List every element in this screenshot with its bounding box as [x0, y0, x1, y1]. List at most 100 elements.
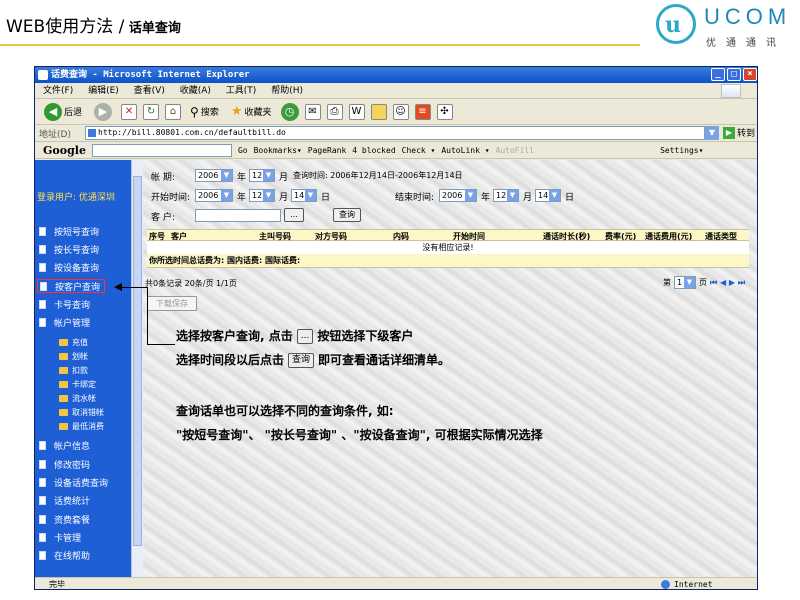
search-icon: ⚲ [190, 104, 199, 119]
sidebar-item-account-management[interactable]: 帐户管理 [39, 315, 90, 329]
page-nav-arrows-icon[interactable]: ⏮ ◀ ▶ ⏭ [710, 278, 745, 288]
chevron-down-icon: ▼ [263, 170, 274, 181]
menu-help[interactable]: 帮助(H) [271, 86, 303, 96]
customer-input[interactable] [195, 209, 281, 222]
folder-icon[interactable] [370, 103, 387, 120]
sidebar-item-label: 在线帮助 [54, 551, 91, 562]
sidebar-subitem-ledger[interactable]: 流水帐 [59, 393, 96, 404]
browse-customer-button[interactable]: ... [284, 208, 304, 222]
period-month-select[interactable]: 12 ▼ [249, 169, 275, 182]
document-icon [39, 459, 46, 469]
scrollbar-thumb[interactable] [133, 176, 142, 546]
stop-icon[interactable]: ✕ [121, 103, 138, 120]
page-select[interactable]: 1 ▼ [674, 276, 696, 289]
bookmarks-button[interactable]: Bookmarks▾ [254, 146, 302, 155]
google-go-button[interactable]: Go [238, 146, 248, 155]
start-day-select[interactable]: 14 ▼ [291, 189, 317, 202]
start-year-select[interactable]: 2006 ▼ [195, 189, 233, 202]
sidebar-item-customer[interactable]: 按客户查询 [37, 279, 106, 293]
month-unit: 月 [523, 193, 533, 203]
end-day-select[interactable]: 14 ▼ [535, 189, 561, 202]
instruction-line-3: 查询话单也可以选择不同的查询条件, 如: [176, 404, 394, 418]
sidebar-item-tariff-package[interactable]: 资费套餐 [39, 512, 90, 526]
sidebar-item-card-number[interactable]: 卡号查询 [39, 297, 90, 311]
chevron-down-icon: ▼ [221, 190, 232, 201]
menu-favorites[interactable]: 收藏(A) [180, 86, 211, 96]
sidebar-item-account-info[interactable]: 帐户信息 [39, 438, 90, 452]
sidebar-subitem-deduct[interactable]: 扣款 [59, 365, 88, 376]
sidebar-subitem-recharge[interactable]: 充值 [59, 337, 88, 348]
popup-blocked-button[interactable]: 4 blocked [352, 146, 395, 155]
sidebar-item-label: 帐户信息 [54, 441, 91, 452]
sidebar-item-short-number[interactable]: 按短号查询 [39, 224, 99, 238]
start-day-value: 14 [294, 191, 305, 200]
menu-file[interactable]: 文件(F) [43, 86, 73, 96]
menu-bar: 文件(F) 编辑(E) 查看(V) 收藏(A) 工具(T) 帮助(H) [35, 83, 757, 99]
back-button[interactable]: ◀ 后退 [41, 101, 85, 123]
favorites-button[interactable]: ★ 收藏夹 [228, 101, 275, 123]
spell-check-button[interactable]: Check ▾ [402, 146, 436, 155]
query-button[interactable]: 查询 [333, 208, 361, 222]
start-month-value: 12 [252, 191, 263, 200]
search-button[interactable]: ⚲ 搜索 [187, 101, 222, 123]
document-icon [39, 299, 46, 309]
menu-view[interactable]: 查看(V) [134, 86, 165, 96]
refresh-icon[interactable]: ↻ [143, 103, 160, 120]
menu-edit[interactable]: 编辑(E) [88, 86, 119, 96]
sidebar-subitem-min-spend[interactable]: 最低消费 [59, 421, 104, 432]
sidebar-subitem-transfer[interactable]: 划帐 [59, 351, 88, 362]
start-month-select[interactable]: 12 ▼ [249, 189, 275, 202]
login-user: 登录用户: 优通深圳 [37, 193, 115, 203]
sidebar-item-label: 按长号查询 [54, 245, 100, 256]
sidebar-item-label: 卡号查询 [54, 300, 91, 311]
customer-label: 客 户: [151, 213, 175, 223]
home-icon[interactable]: ⌂ [165, 103, 182, 120]
sidebar-subitem-cancel-error[interactable]: 取消错帐 [59, 407, 104, 418]
sidebar-item-card-management[interactable]: 卡管理 [39, 530, 81, 544]
print-icon[interactable]: ⎙ [326, 103, 343, 120]
plugin-icon[interactable]: ✣ [436, 103, 453, 120]
history-icon[interactable]: ◷ [280, 102, 299, 121]
logo-chinese-text: 优通通讯 [706, 38, 786, 49]
go-arrow-icon: ▶ [723, 126, 735, 139]
address-bar: 地址(D) http://bill.80801.com.cn/defaultbi… [35, 125, 757, 142]
ie-icon [38, 70, 48, 80]
minimize-button[interactable]: _ [711, 68, 725, 81]
sidebar-scrollbar[interactable] [131, 160, 143, 577]
download-save-button[interactable]: 下载保存 [147, 296, 197, 311]
messenger-icon[interactable]: ☺ [392, 103, 409, 120]
autolink-button[interactable]: AutoLink ▾ [441, 146, 489, 155]
mail-icon[interactable]: ✉ [304, 103, 321, 120]
close-button[interactable]: × [743, 68, 757, 81]
slide-title-sub: 话单查询 [124, 21, 181, 36]
sidebar-item-statistics[interactable]: 话费统计 [39, 493, 90, 507]
security-zone: Internet [661, 578, 713, 589]
end-year-select[interactable]: 2006 ▼ [439, 189, 477, 202]
forward-button[interactable]: ▶ [91, 101, 115, 123]
folder-icon [59, 353, 68, 360]
sidebar-item-device[interactable]: 按设备查询 [39, 260, 99, 274]
sidebar-subitem-card-binding[interactable]: 卡绑定 [59, 379, 96, 390]
sidebar-item-change-password[interactable]: 修改密码 [39, 457, 90, 471]
address-dropdown-icon[interactable]: ▼ [705, 126, 719, 140]
end-month-select[interactable]: 12 ▼ [493, 189, 519, 202]
sidebar-item-device-charges[interactable]: 设备话费查询 [39, 475, 108, 489]
go-button[interactable]: ▶ 转到 [723, 126, 755, 139]
app-icon[interactable]: ≡ [414, 103, 431, 120]
autofill-button[interactable]: AutoFill [496, 146, 535, 155]
address-input[interactable]: http://bill.80801.com.cn/defaultbill.do [85, 126, 705, 140]
google-search-input[interactable] [91, 143, 232, 157]
maximize-button[interactable]: □ [727, 68, 741, 81]
sidebar-item-label: 按短号查询 [54, 227, 100, 238]
folder-icon [59, 339, 68, 346]
sidebar-subitem-label: 卡绑定 [72, 380, 96, 389]
sidebar-subitem-label: 流水帐 [72, 394, 96, 403]
edit-icon[interactable]: W [348, 103, 365, 120]
windows-flag-icon [721, 84, 741, 98]
slide-title: WEB使用方法 / 话单查询 [6, 12, 181, 37]
sidebar-item-long-number[interactable]: 按长号查询 [39, 242, 99, 256]
google-settings-button[interactable]: Settings▾ [660, 146, 703, 155]
period-year-select[interactable]: 2006 ▼ [195, 169, 233, 182]
sidebar-item-online-help[interactable]: 在线帮助 [39, 548, 90, 562]
menu-tools[interactable]: 工具(T) [226, 86, 257, 96]
